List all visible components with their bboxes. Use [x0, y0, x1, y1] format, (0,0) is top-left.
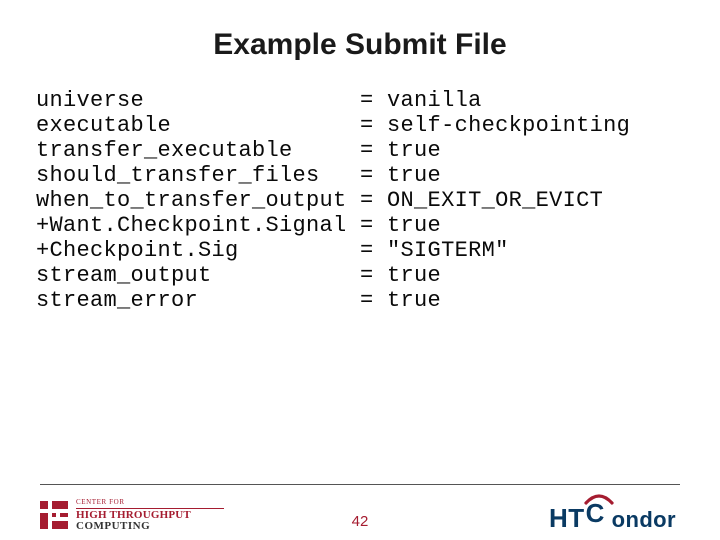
chtc-logo-line1: CENTER FOR — [76, 499, 224, 506]
htcondor-c: C — [586, 498, 605, 529]
htcondor-ht: HT — [549, 503, 585, 534]
slide-title: Example Submit File — [0, 0, 720, 76]
htcondor-logo: HT C ondor — [549, 501, 676, 534]
submit-file-code: universe = vanilla executable = self-che… — [0, 76, 720, 313]
htcondor-suffix: ondor — [612, 507, 676, 533]
htcondor-c-wrap: C — [584, 501, 614, 527]
footer-rule — [40, 484, 680, 485]
slide: Example Submit File universe = vanilla e… — [0, 0, 720, 540]
footer: CENTER FOR HIGH THROUGHPUT COMPUTING 42 … — [0, 484, 720, 540]
